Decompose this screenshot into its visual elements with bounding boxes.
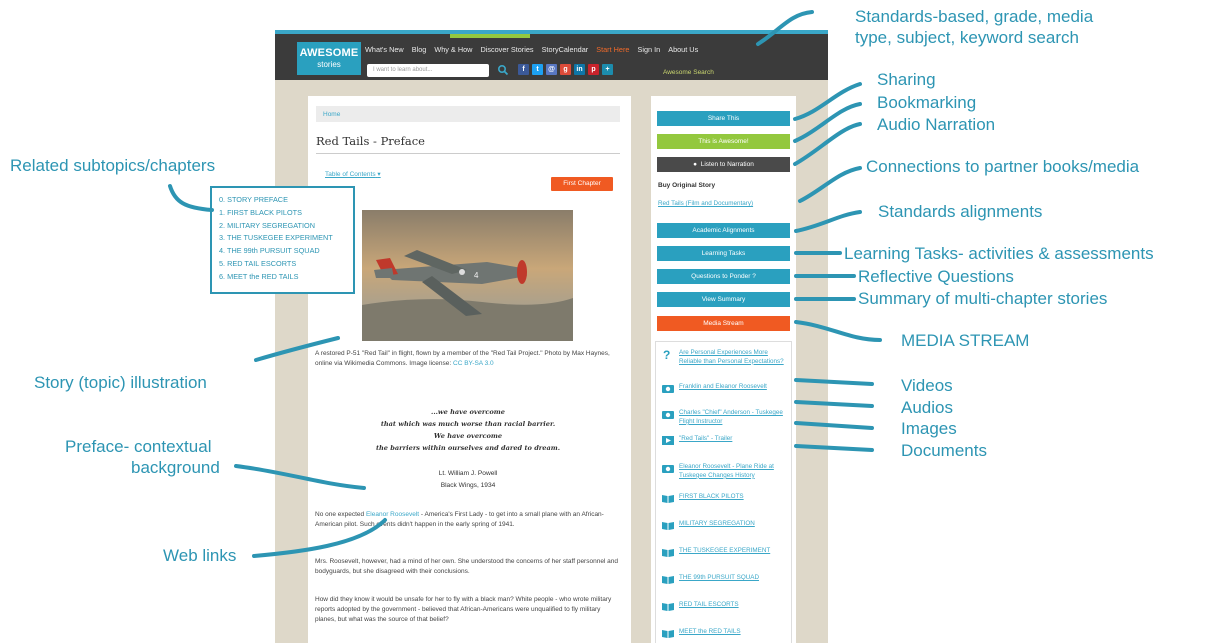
callout-line-media (794, 320, 882, 342)
callout-line-search (756, 10, 814, 46)
annotation-connections: Connections to partner books/media (866, 157, 1140, 176)
annotation-standards: Standards alignments (878, 202, 1043, 221)
annotation-web-links: Web links (163, 546, 237, 565)
annotation-bookmarking: Bookmarking (877, 93, 977, 112)
callout-line-images (794, 421, 874, 430)
annotation-media-stream: MEDIA STREAM (901, 331, 1030, 350)
annotation-videos: Videos (901, 376, 953, 395)
annotation-audio-narration: Audio Narration (877, 115, 996, 134)
annotation-search-line2: type, subject, keyword search (855, 28, 1079, 47)
callout-line-audios (794, 400, 874, 408)
annotation-learning-tasks: Learning Tasks- activities & assessments (844, 244, 1154, 263)
annotation-reflective: Reflective Questions (858, 267, 1014, 286)
callout-line-standards (794, 210, 862, 233)
annotation-search-line1: Standards-based, grade, media (855, 7, 1094, 26)
annotation-illustration: Story (topic) illustration (34, 373, 207, 392)
callout-line-illustration (254, 336, 340, 362)
annotation-documents: Documents (901, 441, 987, 460)
annotation-preface-line1: Preface- contextual (65, 437, 212, 456)
callout-line-sharing (793, 82, 862, 121)
callout-line-narration (793, 122, 862, 166)
callout-line-weblinks (252, 518, 387, 558)
annotation-summary: Summary of multi-chapter stories (858, 289, 1108, 308)
callout-line-preface (234, 464, 366, 490)
callout-line-bookmarking (793, 102, 862, 143)
annotation-preface-line2: background (131, 458, 220, 477)
callout-line-related (168, 184, 214, 212)
callout-line-connections (798, 166, 862, 203)
callout-line-documents (794, 444, 874, 452)
callout-line-videos (794, 378, 874, 386)
annotation-images: Images (901, 419, 957, 438)
annotation-sharing: Sharing (877, 70, 936, 89)
annotation-related-subtopics: Related subtopics/chapters (10, 156, 216, 175)
annotation-audios: Audios (901, 398, 953, 417)
